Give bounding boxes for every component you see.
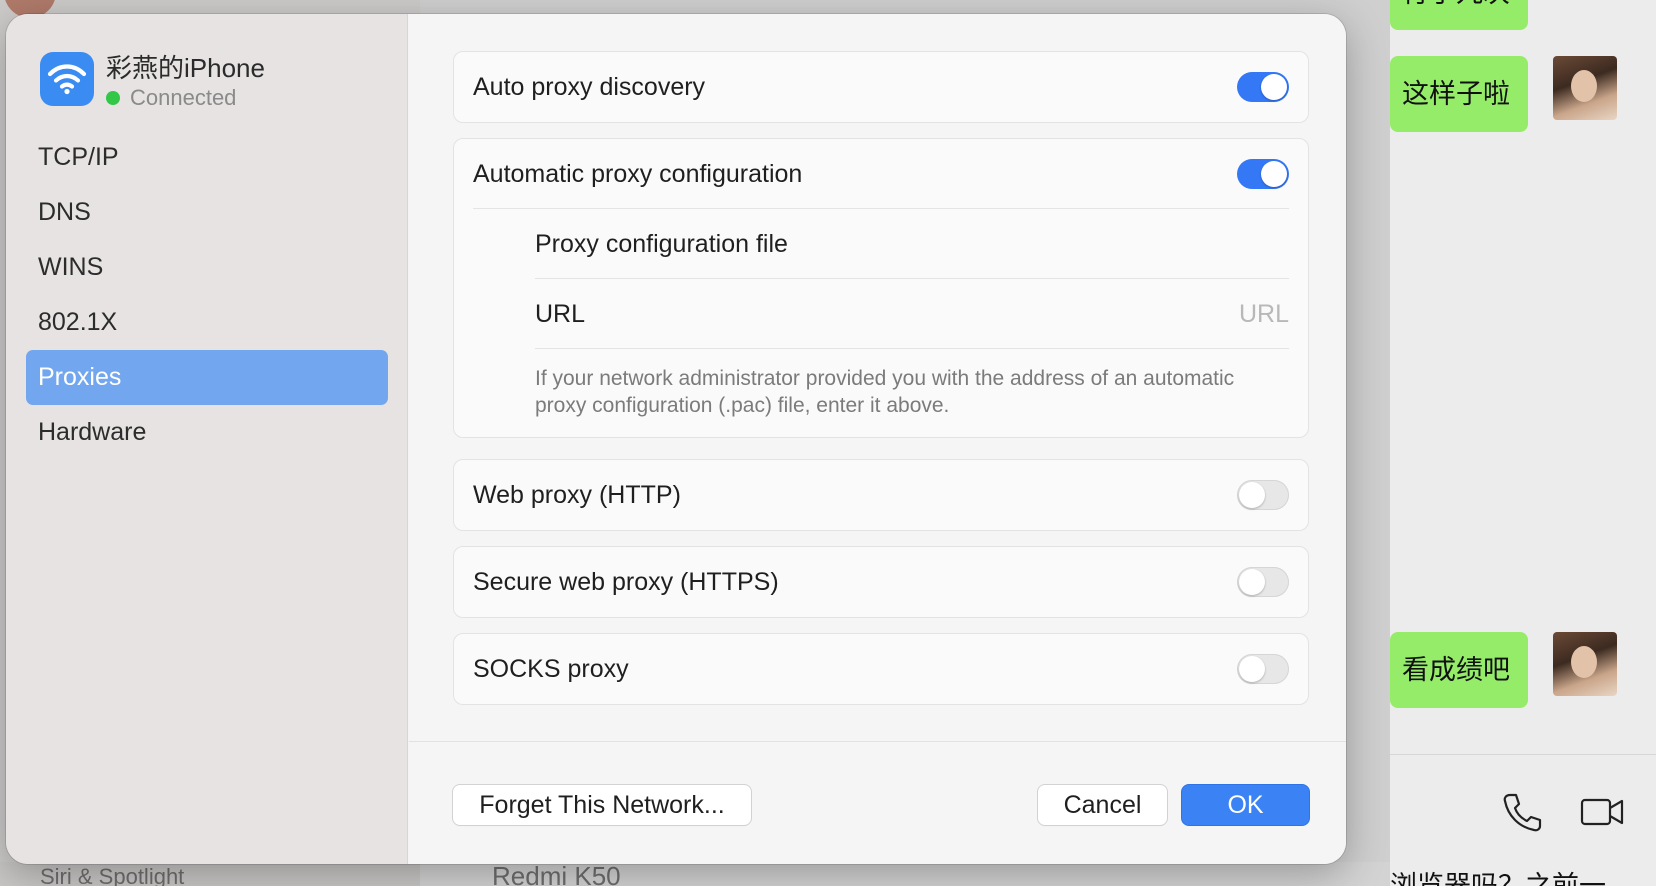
sidebar-item-wins[interactable]: WINS (26, 240, 388, 295)
chat-divider (1390, 754, 1656, 755)
avatar[interactable] (1553, 632, 1617, 696)
ok-button[interactable]: OK (1182, 785, 1309, 825)
sidebar-item-hardware[interactable]: Hardware (26, 405, 388, 460)
avatar[interactable] (1553, 56, 1617, 120)
url-row[interactable]: URL URL (454, 279, 1308, 349)
url-label: URL (535, 299, 586, 328)
web-proxy-card: Web proxy (HTTP) (453, 459, 1309, 531)
socks-proxy-toggle[interactable] (1237, 654, 1289, 684)
auto-discovery-label: Auto proxy discovery (473, 72, 706, 101)
sidebar-item-proxies[interactable]: Proxies (26, 350, 388, 405)
sidebar-item-tcpip[interactable]: TCP/IP (26, 130, 388, 185)
sidebar-item-dns[interactable]: DNS (26, 185, 388, 240)
background-device-item: Redmi K50 (420, 862, 1390, 886)
web-proxy-toggle[interactable] (1237, 480, 1289, 510)
phone-icon[interactable] (1500, 790, 1544, 834)
video-call-icon[interactable] (1580, 794, 1624, 830)
network-header: 彩燕的iPhone Connected (40, 52, 265, 112)
divider (535, 348, 1289, 349)
secure-web-proxy-label: Secure web proxy (HTTPS) (473, 567, 779, 596)
secure-web-proxy-row: Secure web proxy (HTTPS) (454, 547, 1308, 617)
auto-config-toggle[interactable] (1237, 159, 1289, 189)
sheet-footer: Forget This Network... Cancel OK (409, 741, 1346, 864)
connected-status-dot (106, 91, 120, 105)
chat-bubble: 行了九次 (1390, 0, 1528, 30)
proxies-panel: Auto proxy discovery Automatic proxy con… (409, 14, 1346, 864)
socks-proxy-card: SOCKS proxy (453, 633, 1309, 705)
settings-nav: TCP/IP DNS WINS 802.1X Proxies Hardware (26, 130, 388, 460)
socks-proxy-row: SOCKS proxy (454, 634, 1308, 704)
background-sidebar-item: Siri & Spotlight (0, 862, 420, 886)
chat-input-preview: 浏览器吗？之前一 (1390, 871, 1606, 886)
chat-bubble: 看成绩吧 (1390, 632, 1528, 708)
socks-proxy-label: SOCKS proxy (473, 654, 629, 683)
auto-config-row: Automatic proxy configuration (454, 139, 1308, 209)
network-name: 彩燕的iPhone (106, 53, 265, 83)
sidebar-item-8021x[interactable]: 802.1X (26, 295, 388, 350)
network-details-sheet: 彩燕的iPhone Connected TCP/IP DNS WINS 802.… (6, 14, 1346, 864)
config-file-label: Proxy configuration file (535, 229, 788, 258)
pac-help-text: If your network administrator provided y… (535, 367, 1235, 417)
secure-web-proxy-toggle[interactable] (1237, 567, 1289, 597)
web-proxy-label: Web proxy (HTTP) (473, 480, 681, 509)
auto-discovery-row: Auto proxy discovery (454, 52, 1308, 122)
chat-bubble: 这样子啦 (1390, 56, 1528, 132)
url-input[interactable]: URL (1239, 300, 1289, 329)
web-proxy-row: Web proxy (HTTP) (454, 460, 1308, 530)
auto-config-label: Automatic proxy configuration (473, 159, 803, 188)
wifi-icon (40, 52, 94, 106)
sheet-sidebar: 彩燕的iPhone Connected TCP/IP DNS WINS 802.… (6, 14, 408, 864)
config-file-row: Proxy configuration file (454, 209, 1308, 279)
auto-discovery-card: Auto proxy discovery (453, 51, 1309, 123)
auto-discovery-toggle[interactable] (1237, 72, 1289, 102)
auto-config-card: Automatic proxy configuration Proxy conf… (453, 138, 1309, 438)
forget-network-button[interactable]: Forget This Network... (453, 785, 751, 825)
network-status-label: Connected (130, 85, 237, 110)
network-status: Connected (106, 85, 265, 111)
secure-web-proxy-card: Secure web proxy (HTTPS) (453, 546, 1309, 618)
cancel-button[interactable]: Cancel (1038, 785, 1167, 825)
